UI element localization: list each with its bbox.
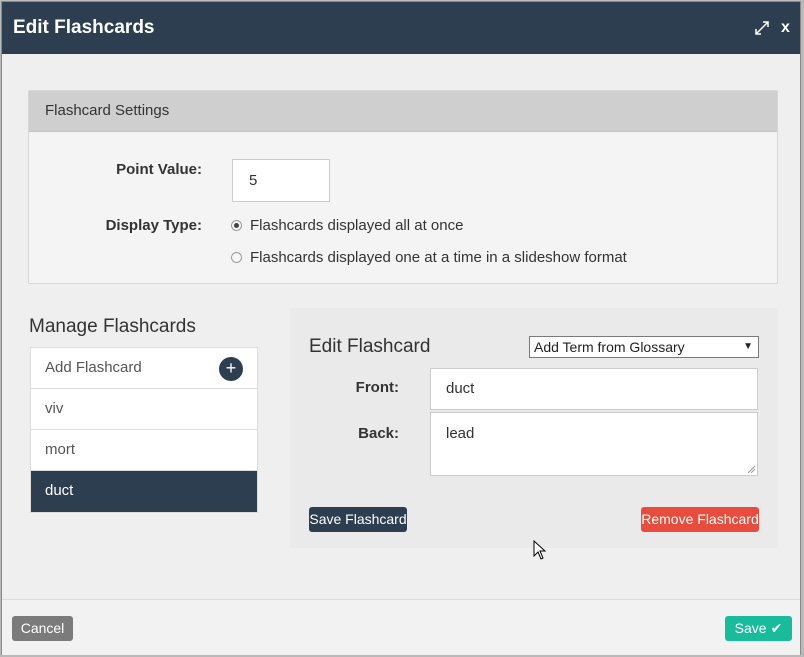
flashcard-list: Add Flashcard + viv mort duct — [30, 347, 258, 513]
list-item[interactable]: viv — [31, 389, 257, 430]
point-value-input[interactable]: 5 — [232, 159, 330, 202]
display-slideshow-option[interactable]: Flashcards displayed one at a time in a … — [231, 249, 627, 266]
save-flashcard-button[interactable]: Save Flashcard — [309, 507, 407, 532]
dialog-titlebar: Edit Flashcards x — [2, 2, 800, 54]
save-button[interactable]: Save ✔ — [725, 616, 792, 641]
front-label: Front: — [355, 379, 399, 396]
close-icon[interactable]: x — [781, 19, 790, 37]
display-all-label: Flashcards displayed all at once — [250, 217, 464, 234]
edit-flashcard-panel: Edit Flashcard Add Term from Glossary ▼ … — [290, 308, 778, 548]
radio-display-slideshow[interactable] — [231, 252, 242, 263]
mouse-cursor-icon — [533, 540, 547, 560]
glossary-select-value: Add Term from Glossary — [534, 339, 685, 355]
edit-flashcard-title: Edit Flashcard — [309, 336, 431, 357]
cancel-button[interactable]: Cancel — [12, 616, 73, 641]
display-all-option[interactable]: Flashcards displayed all at once — [231, 217, 463, 234]
manage-flashcards-title: Manage Flashcards — [29, 316, 196, 337]
display-slideshow-label: Flashcards displayed one at a time in a … — [250, 249, 627, 266]
dropdown-arrow-icon: ▼ — [743, 341, 753, 352]
resize-grip-icon[interactable] — [747, 465, 755, 473]
dialog-footer: Cancel Save ✔ — [2, 599, 800, 655]
back-value: lead — [446, 425, 475, 442]
display-type-label: Display Type: — [105, 217, 202, 234]
point-value-label: Point Value: — [116, 161, 202, 178]
radio-display-all[interactable] — [231, 220, 242, 231]
add-flashcard-item[interactable]: Add Flashcard + — [31, 348, 257, 389]
edit-flashcards-dialog: Edit Flashcards x Flashcard Settings Poi… — [1, 1, 801, 655]
expand-icon[interactable] — [754, 20, 770, 36]
remove-flashcard-button[interactable]: Remove Flashcard — [641, 507, 759, 532]
dialog-title: Edit Flashcards — [13, 17, 155, 38]
add-flashcard-label: Add Flashcard — [45, 359, 142, 376]
list-item-active[interactable]: duct — [31, 471, 257, 512]
back-label: Back: — [358, 425, 399, 442]
glossary-select[interactable]: Add Term from Glossary ▼ — [529, 336, 759, 358]
save-button-label: Save — [734, 620, 767, 636]
list-item[interactable]: mort — [31, 430, 257, 471]
front-input[interactable]: duct — [430, 368, 758, 410]
check-icon: ✔ — [770, 620, 783, 636]
settings-heading: Flashcard Settings — [29, 91, 777, 132]
flashcard-settings-panel: Flashcard Settings Point Value: 5 Displa… — [28, 90, 778, 284]
plus-icon[interactable]: + — [219, 357, 243, 381]
back-textarea[interactable]: lead — [430, 412, 758, 476]
